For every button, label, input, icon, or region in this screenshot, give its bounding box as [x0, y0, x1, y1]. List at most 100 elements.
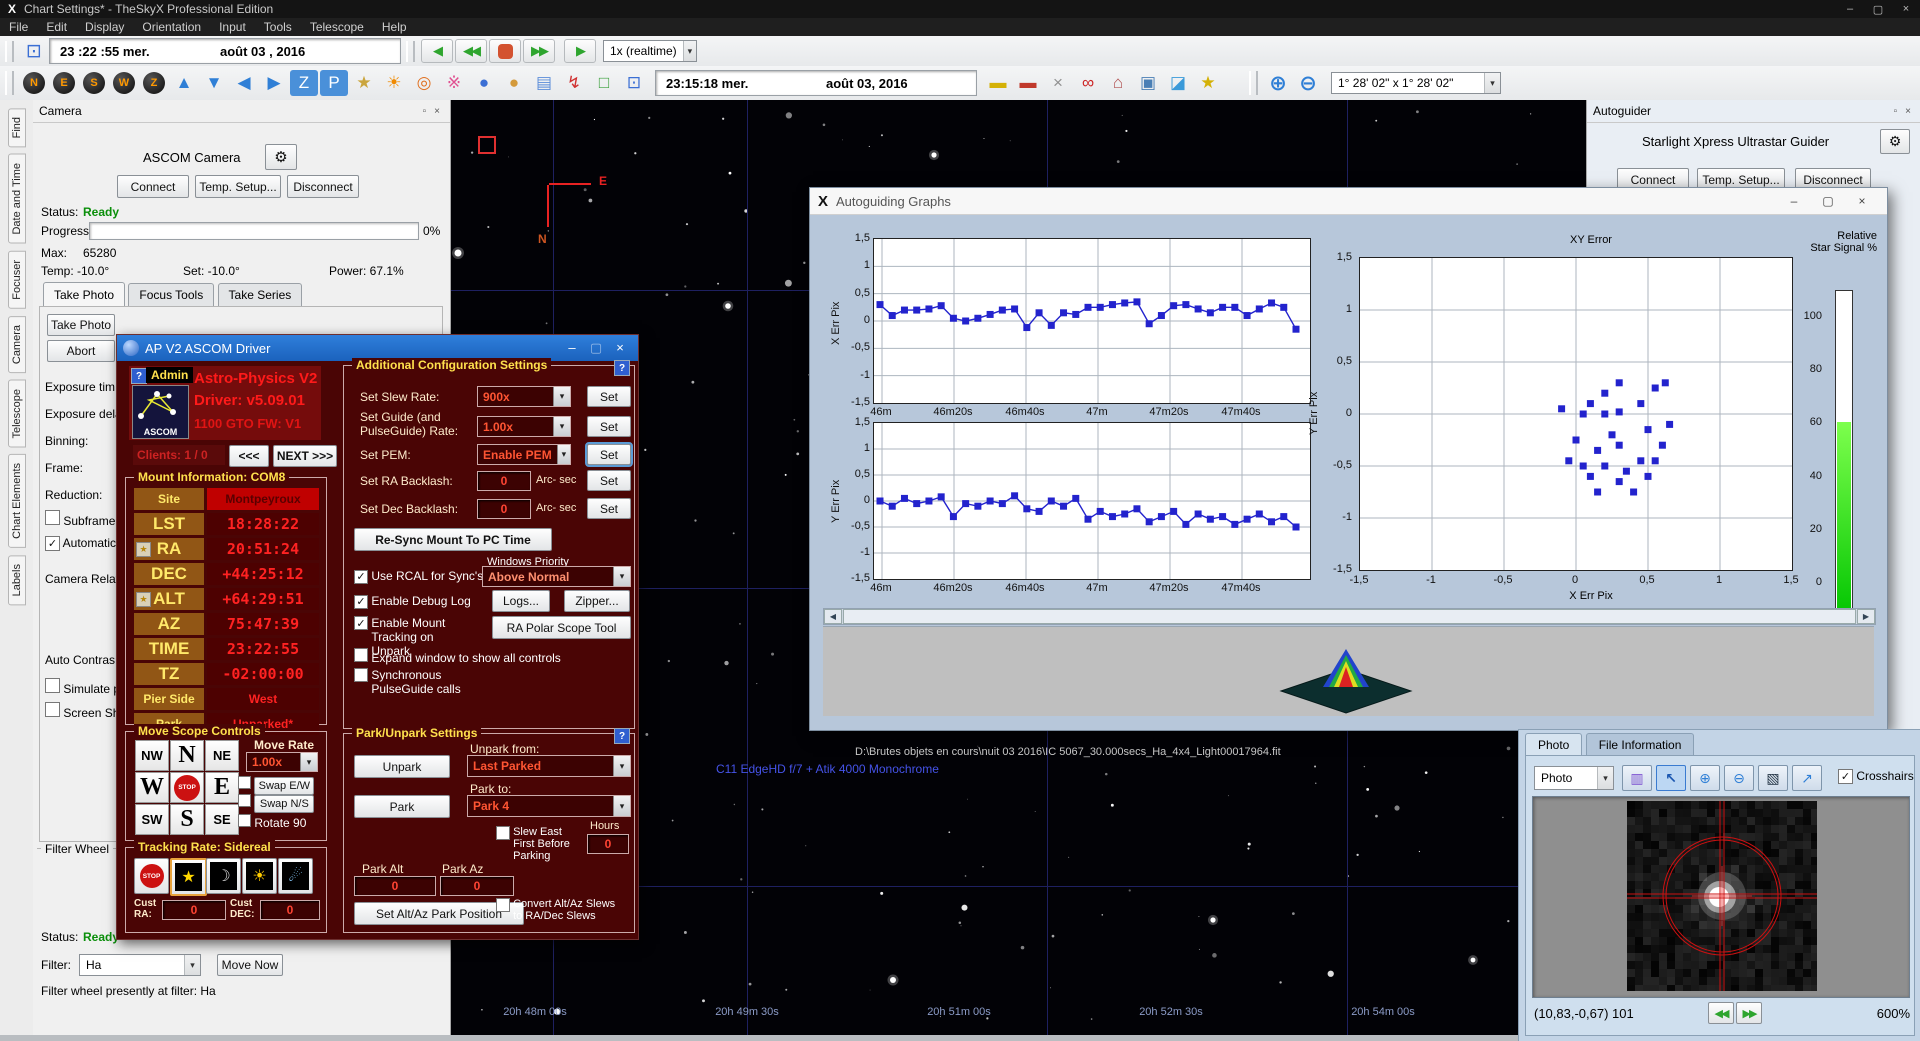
automatic-checkbox[interactable]: ✓	[45, 536, 60, 551]
tab-file-information[interactable]: File Information	[1586, 733, 1695, 756]
next-image-button[interactable]: ▶▶	[1736, 1002, 1762, 1024]
galaxy-icon[interactable]: ◎	[410, 70, 438, 96]
north-icon[interactable]: N	[23, 72, 45, 94]
automatic-row[interactable]: ✓ Automatic	[45, 536, 116, 551]
constellation-icon[interactable]: ★	[350, 70, 378, 96]
move-sw-button[interactable]: SW	[135, 804, 169, 835]
simulate-checkbox[interactable]	[45, 678, 60, 693]
move-e-button[interactable]: E	[205, 772, 239, 803]
zoom-in-icon[interactable]: ⊕	[1264, 70, 1292, 96]
menu-item[interactable]: Edit	[37, 20, 76, 34]
rotate-90-checkbox[interactable]	[238, 814, 251, 827]
minimize-icon[interactable]: –	[1836, 3, 1864, 16]
sun-icon[interactable]: ☀	[380, 70, 408, 96]
debug-checkbox[interactable]: ✓	[354, 595, 368, 609]
swap-ns-checkbox[interactable]	[238, 794, 251, 807]
menu-item[interactable]: Telescope	[301, 20, 373, 34]
tracking-sidereal-button[interactable]: ★	[170, 858, 207, 896]
tracking-lunar-button[interactable]: ☽	[206, 858, 241, 894]
prev-page-button[interactable]: <<<	[229, 445, 269, 467]
info-pointer-icon[interactable]: ↗	[1792, 765, 1822, 791]
sync-star-icon[interactable]: ★	[136, 592, 151, 607]
polar-scope-button[interactable]: RA Polar Scope Tool	[492, 616, 631, 639]
maximize-icon[interactable]: ▢	[584, 340, 608, 356]
close-icon[interactable]: ×	[430, 106, 444, 117]
sidebar-tab[interactable]: Find	[8, 108, 26, 147]
pem-set-button[interactable]: Set	[587, 444, 631, 465]
move-s-button[interactable]: S	[170, 804, 204, 835]
tab-focus-tools[interactable]: Focus Tools	[128, 283, 214, 306]
cust-ra-value[interactable]: 0	[162, 900, 226, 920]
ra-backlash-set-button[interactable]: Set	[587, 470, 631, 491]
sidebar-tab[interactable]: Camera	[8, 316, 26, 373]
pan-down-icon[interactable]: ▼	[200, 70, 228, 96]
dec-backlash-value[interactable]: 0	[477, 499, 531, 519]
red-marker-icon[interactable]: ↯	[560, 70, 588, 96]
swap-ew-button[interactable]: Swap E/W	[254, 777, 314, 795]
toolbar-grip[interactable]	[406, 41, 415, 62]
unpark-from-select[interactable]: Last Parked▾	[467, 755, 631, 777]
dome-icon[interactable]: ⌂	[1104, 70, 1132, 96]
camera-settings-button[interactable]: ⚙	[265, 144, 297, 170]
park-az-value[interactable]: 0	[440, 876, 514, 896]
hours-value[interactable]: 0	[587, 834, 629, 854]
menu-item[interactable]: File	[0, 20, 37, 34]
logs-button[interactable]: Logs...	[492, 590, 550, 612]
help-icon[interactable]: ?	[614, 360, 630, 376]
west-icon[interactable]: W	[113, 72, 135, 94]
unpark-button[interactable]: Unpark	[354, 755, 450, 778]
crosshairs-checkbox[interactable]: ✓	[1838, 769, 1853, 784]
menu-item[interactable]: Tools	[255, 20, 301, 34]
subframe-row[interactable]: Subframe	[45, 510, 115, 528]
step-back-button[interactable]: ◀	[421, 39, 453, 63]
star-finder-icon[interactable]: ★	[1194, 70, 1222, 96]
star-cluster-icon[interactable]: ※	[440, 70, 468, 96]
move-ne-button[interactable]: NE	[205, 740, 239, 771]
sidebar-tab[interactable]: Date and Time	[8, 154, 26, 244]
tracking-solar-button[interactable]: ☀	[242, 858, 277, 894]
expand-checkbox[interactable]	[354, 648, 368, 662]
menu-item[interactable]: Orientation	[133, 20, 210, 34]
zenith-icon[interactable]: Z	[143, 72, 165, 94]
graphs-title-bar[interactable]: X Autoguiding Graphs – ▢ ×	[810, 188, 1887, 215]
flashlight-on-icon[interactable]: ▬	[984, 70, 1012, 96]
monitor-clock-icon[interactable]: ⊡	[620, 70, 648, 96]
sidebar-tab[interactable]: Focuser	[8, 251, 26, 309]
stop-time-button[interactable]	[489, 39, 521, 63]
prev-image-button[interactable]: ◀◀	[1708, 1002, 1734, 1024]
zoom-box-icon[interactable]: ▧	[1758, 765, 1788, 791]
guide-image-area[interactable]	[1532, 796, 1910, 998]
minimize-icon[interactable]: –	[560, 340, 584, 356]
close-icon[interactable]: ×	[1892, 3, 1920, 16]
zoom-out-icon[interactable]: ⊖	[1724, 765, 1754, 791]
sync-pulse-checkbox[interactable]	[354, 668, 368, 682]
swap-ns-button[interactable]: Swap N/S	[254, 795, 314, 813]
screen-image-icon[interactable]: ▣	[1134, 70, 1162, 96]
pan-left-icon[interactable]: ◀	[230, 70, 258, 96]
rewind-button[interactable]: ◀◀	[455, 39, 487, 63]
help-icon[interactable]: ?	[614, 728, 630, 744]
graphs-scrollbar[interactable]: ◀ ▶	[823, 608, 1876, 625]
slew-east-checkbox[interactable]	[496, 826, 510, 840]
sidebar-tab[interactable]: Telescope	[8, 380, 26, 448]
sidebar-tab[interactable]: Labels	[8, 555, 26, 605]
pole-view-icon[interactable]: P	[320, 70, 348, 96]
tracking-custom-button[interactable]: ☄	[278, 858, 313, 894]
park-alt-value[interactable]: 0	[354, 876, 436, 896]
dec-backlash-set-button[interactable]: Set	[587, 498, 631, 519]
toolbar-grip[interactable]	[5, 41, 14, 62]
zoom-out-icon[interactable]: ⊖	[1294, 70, 1322, 96]
tab-take-photo[interactable]: Take Photo	[43, 282, 125, 307]
resync-button[interactable]: Re-Sync Mount To PC Time	[354, 528, 552, 551]
sync-star-icon[interactable]: ★	[136, 542, 151, 557]
help-icon[interactable]: ?	[131, 368, 147, 384]
take-photo-button[interactable]: Take Photo	[47, 314, 115, 336]
convert-checkbox[interactable]	[496, 898, 510, 912]
select-arrow-icon[interactable]: ↖	[1656, 765, 1686, 791]
monitor-clock-icon[interactable]: ⊡	[20, 38, 48, 64]
time-rate-select[interactable]: 1x (realtime) ▾	[603, 40, 697, 62]
priority-select[interactable]: Above Normal▾	[482, 566, 631, 587]
play-button[interactable]: ▶	[564, 39, 596, 63]
guide-rate-select[interactable]: 1.00x▾	[477, 416, 571, 437]
subframe-checkbox[interactable]	[45, 510, 60, 525]
